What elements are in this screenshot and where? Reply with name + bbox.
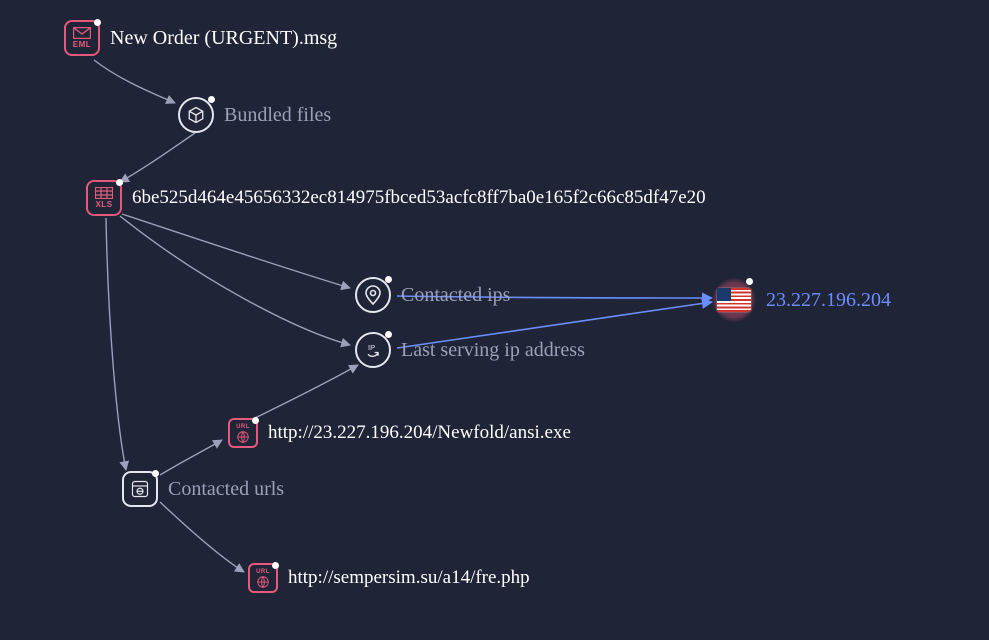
node-label: Contacted ips [401, 284, 510, 307]
node-contacted-urls[interactable]: Contacted urls [122, 471, 284, 507]
node-label: Contacted urls [168, 478, 284, 501]
node-label: Bundled files [224, 104, 331, 127]
node-url-2[interactable]: URL http://sempersim.su/a14/fre.php [248, 563, 530, 593]
node-eml[interactable]: EML New Order (URGENT).msg [64, 20, 337, 56]
node-ip-address[interactable]: 23.227.196.204 [712, 278, 891, 322]
node-label: 23.227.196.204 [766, 289, 891, 312]
browser-icon [122, 471, 158, 507]
location-pin-icon [355, 277, 391, 313]
ip-refresh-icon: IP [355, 332, 391, 368]
url-file-icon: URL [228, 418, 258, 448]
xls-file-icon: XLS [86, 180, 122, 216]
node-last-serving-ip[interactable]: IP Last serving ip address [355, 332, 585, 368]
node-label: http://23.227.196.204/Newfold/ansi.exe [268, 422, 571, 444]
node-label: 6be525d464e45656332ec814975fbced53acfc8f… [132, 187, 706, 209]
node-label: Last serving ip address [401, 339, 585, 362]
svg-text:IP: IP [368, 343, 375, 352]
node-label: http://sempersim.su/a14/fre.php [288, 567, 530, 589]
url-file-icon: URL [248, 563, 278, 593]
node-bundled-files[interactable]: Bundled files [178, 97, 331, 133]
eml-file-icon: EML [64, 20, 100, 56]
node-url-1[interactable]: URL http://23.227.196.204/Newfold/ansi.e… [228, 418, 571, 448]
node-contacted-ips[interactable]: Contacted ips [355, 277, 510, 313]
node-xls[interactable]: XLS 6be525d464e45656332ec814975fbced53ac… [86, 180, 706, 216]
node-label: New Order (URGENT).msg [110, 27, 337, 50]
package-icon [178, 97, 214, 133]
us-flag-icon [712, 278, 756, 322]
